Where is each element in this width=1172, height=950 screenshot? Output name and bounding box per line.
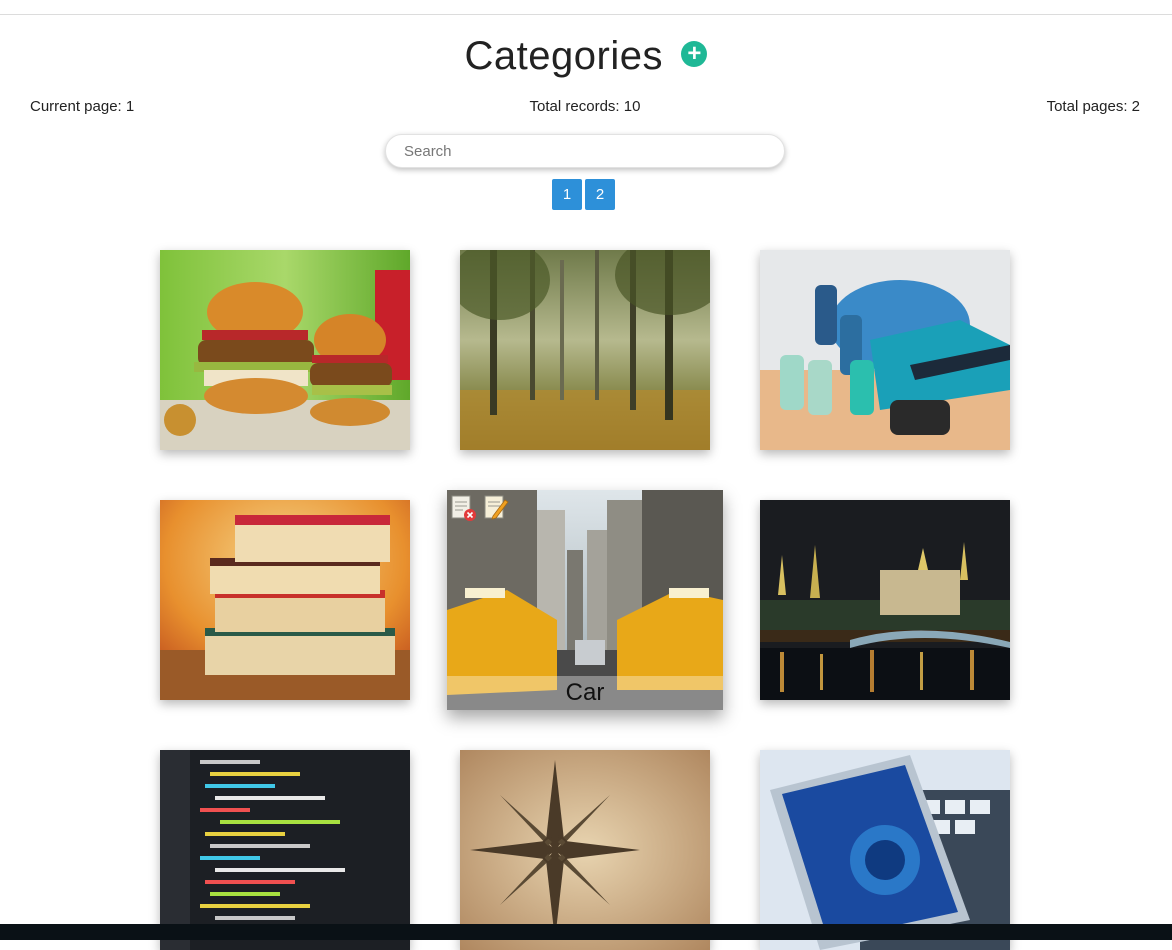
- top-divider: [0, 14, 1172, 15]
- kremlin-at-night-image: [760, 500, 1010, 700]
- edit-icon[interactable]: [483, 494, 510, 527]
- page-button-1[interactable]: 1: [552, 179, 582, 210]
- stack-of-books-image: [160, 500, 410, 700]
- total-pages: Total pages: 2: [1046, 98, 1140, 115]
- compass-rose-map-image: [460, 750, 710, 950]
- category-card-fitness[interactable]: [760, 250, 1010, 450]
- dumbbells-and-sneakers-image: [760, 250, 1010, 450]
- page-header: Categories +: [0, 34, 1172, 79]
- category-card-compass[interactable]: [460, 750, 710, 950]
- taskbar: [0, 924, 1172, 940]
- category-card-kremlin[interactable]: [760, 500, 1010, 700]
- stats-row: Total records: 10 Current page: 1 Total …: [30, 98, 1140, 118]
- burgers-image: [160, 250, 410, 450]
- search-input[interactable]: [385, 134, 785, 168]
- current-page: Current page: 1: [30, 98, 135, 115]
- card-label: Car: [447, 676, 723, 710]
- category-card-code[interactable]: [160, 750, 410, 950]
- card-actions: [451, 494, 511, 524]
- total-records: Total records: 10: [529, 98, 641, 115]
- category-card-car[interactable]: Car: [447, 490, 723, 710]
- forest-image: [460, 250, 710, 450]
- category-card-burgers[interactable]: [160, 250, 410, 450]
- social-phone-keyboard-image: [760, 750, 1010, 950]
- add-category-button[interactable]: +: [681, 39, 708, 67]
- source-code-image: [160, 750, 410, 950]
- category-card-books[interactable]: [160, 500, 410, 700]
- category-card-forest[interactable]: [460, 250, 710, 450]
- delete-icon[interactable]: [451, 494, 477, 527]
- plus-circle-icon: +: [687, 39, 702, 67]
- category-card-social[interactable]: [760, 750, 1010, 950]
- page-title: Categories: [464, 34, 663, 78]
- pagination: 12: [552, 179, 618, 210]
- page-button-2[interactable]: 2: [585, 179, 615, 210]
